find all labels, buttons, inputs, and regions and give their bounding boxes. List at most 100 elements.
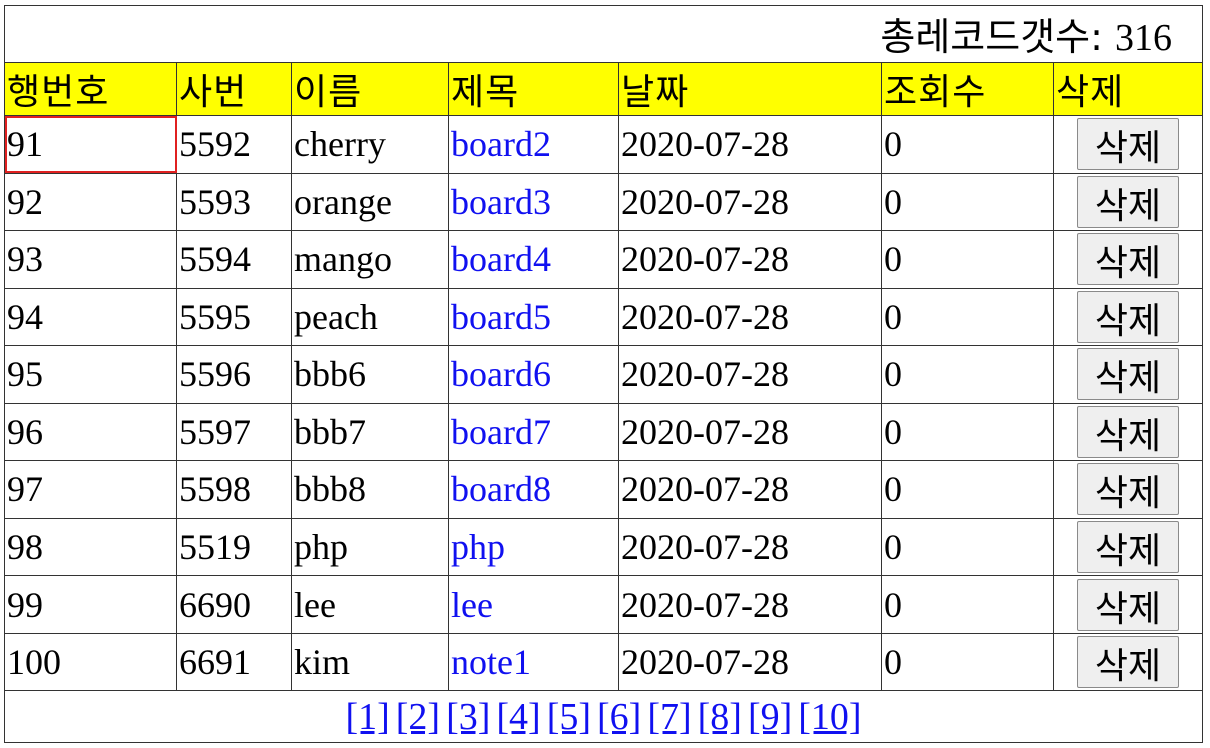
date-cell: 2020-07-28 (618, 402, 882, 462)
header-name: 이름 (291, 61, 449, 117)
title-link[interactable]: board6 (451, 354, 551, 394)
delete-cell: 삭제 (1052, 230, 1204, 289)
header-title: 제목 (448, 61, 619, 117)
header-emp-no: 사번 (176, 61, 292, 117)
employee-number-cell: 5596 (176, 345, 292, 404)
page-link[interactable]: [9] (748, 696, 792, 738)
name-cell: peach (291, 287, 449, 347)
views-cell: 0 (881, 115, 1054, 174)
table-row: 100 6691 kim note1 2020-07-28 0 삭제 (4, 632, 1204, 692)
table-row: 91 5592 cherry board2 2020-07-28 0 삭제 (4, 115, 1204, 174)
page-link[interactable]: [2] (396, 696, 440, 738)
table-row: 93 5594 mango board4 2020-07-28 0 삭제 (4, 230, 1204, 289)
page-link[interactable]: [4] (496, 696, 540, 738)
views-cell: 0 (881, 287, 1054, 347)
delete-button[interactable]: 삭제 (1077, 175, 1180, 228)
table-header-row: 행번호 사번 이름 제목 날짜 조회수 삭제 (4, 61, 1204, 117)
delete-cell: 삭제 (1052, 172, 1204, 232)
record-count-row: 총레코드갯수: 316 (3, 5, 1204, 63)
date-cell: 2020-07-28 (618, 115, 882, 174)
title-link[interactable]: board2 (451, 124, 551, 164)
page-link[interactable]: [7] (647, 696, 691, 738)
page-link[interactable]: [8] (698, 696, 742, 738)
name-cell: bbb6 (291, 345, 449, 404)
table-row: 98 5519 php php 2020-07-28 0 삭제 (4, 517, 1204, 577)
title-link[interactable]: php (451, 527, 505, 567)
delete-cell: 삭제 (1052, 517, 1204, 577)
date-cell: 2020-07-28 (618, 575, 882, 634)
title-link[interactable]: board8 (451, 469, 551, 509)
title-link[interactable]: board5 (451, 297, 551, 337)
delete-button[interactable]: 삭제 (1077, 463, 1180, 516)
views-cell: 0 (881, 460, 1054, 519)
delete-button[interactable]: 삭제 (1077, 233, 1180, 286)
employee-number-cell: 5594 (176, 230, 292, 289)
title-cell: board3 (448, 172, 619, 232)
page-link[interactable]: [6] (597, 696, 641, 738)
page-link[interactable]: [1] (345, 696, 389, 738)
title-link[interactable]: board4 (451, 239, 551, 279)
title-link[interactable]: board3 (451, 182, 551, 222)
views-cell: 0 (881, 345, 1054, 404)
title-cell: board6 (448, 345, 619, 404)
row-number-cell: 95 (4, 345, 177, 404)
date-cell: 2020-07-28 (618, 230, 882, 289)
title-link[interactable]: lee (451, 585, 493, 625)
title-cell: lee (448, 575, 619, 634)
record-count-label: 총레코드갯수: (880, 15, 1116, 60)
delete-button[interactable]: 삭제 (1077, 348, 1180, 401)
table-row: 94 5595 peach board5 2020-07-28 0 삭제 (4, 287, 1204, 347)
views-cell: 0 (881, 575, 1054, 634)
name-cell: php (291, 517, 449, 577)
delete-button[interactable]: 삭제 (1077, 290, 1180, 343)
page-link[interactable]: [10] (798, 696, 861, 738)
header-delete: 삭제 (1052, 61, 1204, 117)
row-number-cell: 100 (4, 632, 177, 692)
delete-cell: 삭제 (1052, 287, 1204, 347)
board-table: 총레코드갯수: 316 행번호 사번 이름 제목 날짜 조회수 삭제 91 559… (3, 5, 1204, 743)
delete-button[interactable]: 삭제 (1077, 578, 1180, 631)
table-row: 97 5598 bbb8 board8 2020-07-28 0 삭제 (4, 460, 1204, 519)
views-cell: 0 (881, 172, 1054, 232)
title-cell: board5 (448, 287, 619, 347)
views-cell: 0 (881, 402, 1054, 462)
delete-button[interactable]: 삭제 (1077, 521, 1180, 574)
row-number-cell: 98 (4, 517, 177, 577)
delete-cell: 삭제 (1052, 402, 1204, 462)
record-count-cell: 총레코드갯수: 316 (3, 5, 1204, 63)
title-cell: board2 (448, 115, 619, 174)
page-link[interactable]: [5] (547, 696, 591, 738)
views-cell: 0 (881, 517, 1054, 577)
date-cell: 2020-07-28 (618, 460, 882, 519)
row-number-cell: 96 (4, 402, 177, 462)
delete-cell: 삭제 (1052, 632, 1204, 692)
header-row-no: 행번호 (4, 61, 177, 117)
header-date: 날짜 (618, 61, 882, 117)
employee-number-cell: 6691 (176, 632, 292, 692)
title-cell: board7 (448, 402, 619, 462)
title-link[interactable]: note1 (451, 642, 531, 682)
delete-cell: 삭제 (1052, 345, 1204, 404)
employee-number-cell: 5595 (176, 287, 292, 347)
header-views: 조회수 (881, 61, 1054, 117)
employee-number-cell: 5597 (176, 402, 292, 462)
delete-button[interactable]: 삭제 (1077, 636, 1180, 689)
row-number-cell: 94 (4, 287, 177, 347)
views-cell: 0 (881, 632, 1054, 692)
title-cell: board4 (448, 230, 619, 289)
row-number-cell: 91 (4, 115, 177, 174)
row-number-cell: 93 (4, 230, 177, 289)
name-cell: bbb8 (291, 460, 449, 519)
delete-button[interactable]: 삭제 (1077, 118, 1180, 171)
title-cell: board8 (448, 460, 619, 519)
delete-button[interactable]: 삭제 (1077, 405, 1180, 458)
page-link[interactable]: [3] (446, 696, 490, 738)
name-cell: orange (291, 172, 449, 232)
title-link[interactable]: board7 (451, 412, 551, 452)
row-number-cell: 99 (4, 575, 177, 634)
delete-cell: 삭제 (1052, 115, 1204, 174)
employee-number-cell: 5598 (176, 460, 292, 519)
row-number-cell: 97 (4, 460, 177, 519)
name-cell: kim (291, 632, 449, 692)
name-cell: mango (291, 230, 449, 289)
